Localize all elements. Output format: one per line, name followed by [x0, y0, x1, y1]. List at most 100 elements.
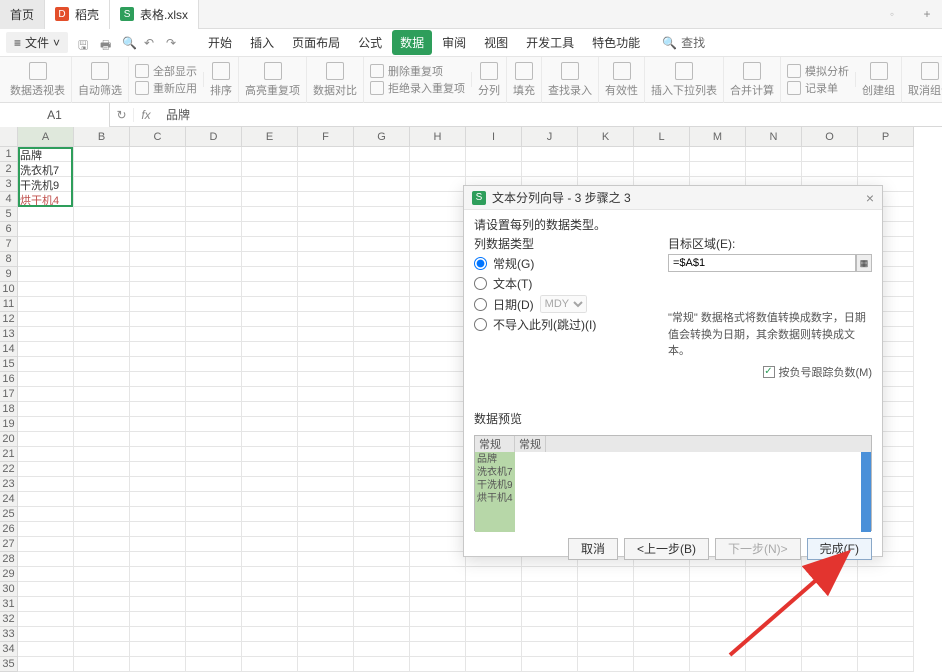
col-header-O[interactable]: O	[802, 127, 858, 147]
cell[interactable]: 洗衣机7	[18, 162, 74, 177]
cell[interactable]	[74, 387, 130, 402]
cell[interactable]	[186, 282, 242, 297]
cell[interactable]	[186, 627, 242, 642]
cell[interactable]	[746, 597, 802, 612]
col-header-G[interactable]: G	[354, 127, 410, 147]
cell[interactable]	[18, 297, 74, 312]
cell[interactable]	[242, 537, 298, 552]
cell[interactable]	[242, 207, 298, 222]
cell[interactable]	[186, 492, 242, 507]
cell[interactable]	[298, 537, 354, 552]
cell[interactable]	[74, 477, 130, 492]
ribbon-fill[interactable]: 填充	[507, 57, 542, 103]
cell[interactable]	[466, 627, 522, 642]
cell[interactable]	[298, 222, 354, 237]
cell[interactable]	[410, 237, 466, 252]
cell[interactable]	[130, 477, 186, 492]
qat-save-icon[interactable]: 🖫	[78, 36, 92, 50]
ribbon-validity[interactable]: 有效性	[599, 57, 645, 103]
cell[interactable]	[802, 147, 858, 162]
cell[interactable]	[130, 162, 186, 177]
cell[interactable]	[242, 627, 298, 642]
cell[interactable]	[18, 342, 74, 357]
cell[interactable]	[74, 312, 130, 327]
cell[interactable]	[242, 237, 298, 252]
cell[interactable]	[690, 627, 746, 642]
cell[interactable]	[74, 222, 130, 237]
tab-pagelayout[interactable]: 页面布局	[284, 30, 348, 55]
cell[interactable]	[802, 582, 858, 597]
cell[interactable]	[522, 612, 578, 627]
col-header-M[interactable]: M	[690, 127, 746, 147]
row-header[interactable]: 29	[0, 567, 18, 582]
cell[interactable]	[186, 447, 242, 462]
col-header-P[interactable]: P	[858, 127, 914, 147]
cell[interactable]	[746, 627, 802, 642]
cell[interactable]	[578, 567, 634, 582]
cell[interactable]	[18, 552, 74, 567]
cell[interactable]	[858, 642, 914, 657]
cell[interactable]	[578, 597, 634, 612]
cell[interactable]	[578, 657, 634, 672]
tab-devtools[interactable]: 开发工具	[518, 30, 582, 55]
cell[interactable]	[186, 177, 242, 192]
cell[interactable]	[18, 507, 74, 522]
row-header[interactable]: 30	[0, 582, 18, 597]
cell[interactable]	[130, 222, 186, 237]
qat-undo-icon[interactable]: ↶	[144, 36, 158, 50]
cell[interactable]	[186, 162, 242, 177]
cell[interactable]	[130, 657, 186, 672]
cell[interactable]	[130, 612, 186, 627]
cell[interactable]	[130, 582, 186, 597]
cell[interactable]	[18, 267, 74, 282]
cell[interactable]	[298, 522, 354, 537]
radio-skip-input[interactable]	[474, 318, 487, 331]
ribbon-text-to-columns[interactable]: 分列	[472, 57, 507, 103]
cell[interactable]	[298, 387, 354, 402]
cell[interactable]	[186, 207, 242, 222]
cell[interactable]	[746, 147, 802, 162]
cell[interactable]	[130, 537, 186, 552]
cell[interactable]	[690, 567, 746, 582]
cell[interactable]	[410, 177, 466, 192]
cell[interactable]: 烘干机4	[18, 192, 74, 207]
ribbon-ins-dropdown[interactable]: 插入下拉列表	[645, 57, 724, 103]
tab-features[interactable]: 特色功能	[584, 30, 648, 55]
cell[interactable]	[186, 237, 242, 252]
cell[interactable]	[74, 282, 130, 297]
cell[interactable]	[354, 177, 410, 192]
cell[interactable]	[242, 522, 298, 537]
cell[interactable]	[130, 372, 186, 387]
cell[interactable]	[18, 237, 74, 252]
cell[interactable]	[186, 342, 242, 357]
cell[interactable]	[18, 597, 74, 612]
cell[interactable]	[74, 432, 130, 447]
cell[interactable]	[746, 612, 802, 627]
cell[interactable]	[410, 522, 466, 537]
cell[interactable]	[354, 417, 410, 432]
col-header-D[interactable]: D	[186, 127, 242, 147]
cell[interactable]	[74, 642, 130, 657]
cell[interactable]	[802, 612, 858, 627]
cell[interactable]	[18, 567, 74, 582]
cell[interactable]	[354, 387, 410, 402]
cell[interactable]	[410, 432, 466, 447]
cell[interactable]	[410, 312, 466, 327]
row-header[interactable]: 17	[0, 387, 18, 402]
cell[interactable]	[410, 147, 466, 162]
cell[interactable]: 干洗机9	[18, 177, 74, 192]
cell[interactable]	[242, 312, 298, 327]
cell[interactable]	[634, 612, 690, 627]
cell[interactable]	[130, 387, 186, 402]
cell[interactable]	[18, 387, 74, 402]
cell[interactable]	[746, 582, 802, 597]
cell[interactable]	[298, 432, 354, 447]
cell[interactable]	[298, 357, 354, 372]
cell[interactable]	[298, 282, 354, 297]
target-input[interactable]	[668, 254, 856, 272]
cell[interactable]	[802, 567, 858, 582]
cell[interactable]	[18, 207, 74, 222]
cell[interactable]	[74, 327, 130, 342]
cell[interactable]	[242, 432, 298, 447]
cell[interactable]	[410, 282, 466, 297]
